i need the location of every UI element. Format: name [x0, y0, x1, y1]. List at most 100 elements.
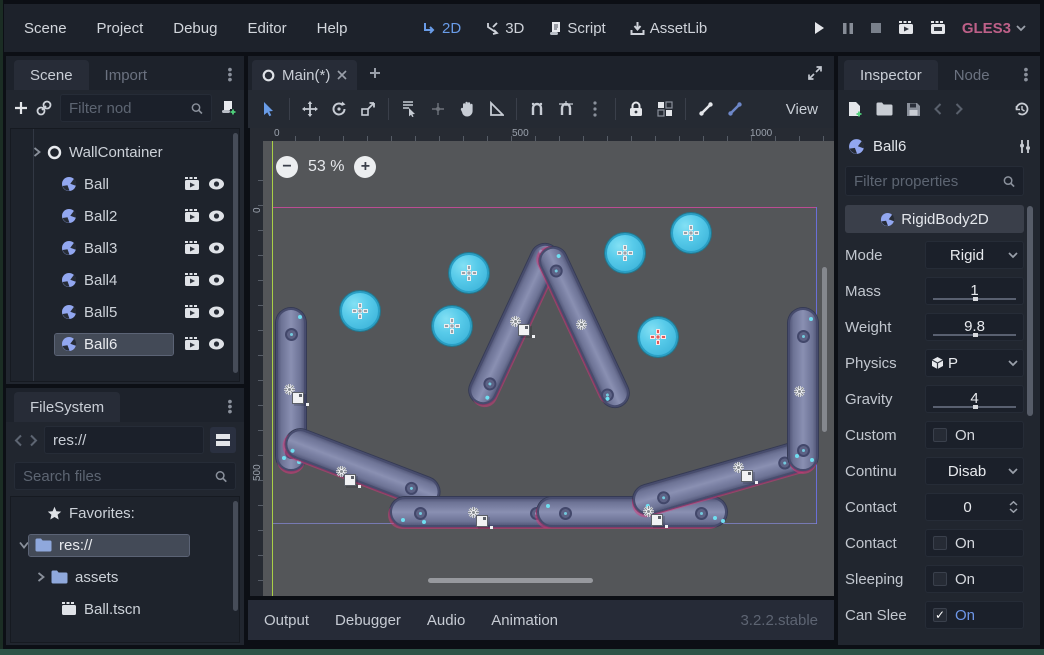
property-checkbox[interactable]: On: [925, 421, 1024, 449]
gizmo-handle-square[interactable]: [518, 324, 530, 336]
attach-script-button[interactable]: [220, 100, 236, 116]
fs-tree-scrollbar[interactable]: [233, 501, 238, 611]
inspector-scrollbar[interactable]: [1027, 206, 1033, 416]
new-scene-tab-button[interactable]: [357, 56, 393, 90]
skeleton-bone-icon[interactable]: [693, 96, 719, 122]
filter-nodes-input[interactable]: [60, 94, 212, 122]
menu-debug[interactable]: Debug: [173, 20, 217, 37]
position-gizmo-icon[interactable]: [461, 265, 477, 281]
history-back-icon[interactable]: [934, 103, 942, 115]
bottom-tab-audio[interactable]: Audio: [427, 612, 465, 629]
expand-arrow-icon[interactable]: [37, 572, 45, 582]
checkbox-icon[interactable]: [933, 536, 947, 550]
property-number-field[interactable]: 4: [925, 385, 1024, 413]
scene-tree-scrollbar[interactable]: [233, 133, 238, 373]
stop-button[interactable]: [870, 22, 882, 34]
tab-script[interactable]: Script: [548, 20, 605, 37]
expand-arrow-icon[interactable]: [33, 147, 41, 157]
class-section-header[interactable]: RigidBody2D: [845, 205, 1024, 233]
menu-help[interactable]: Help: [317, 20, 348, 37]
menu-scene[interactable]: Scene: [24, 20, 67, 37]
scene-instance-icon[interactable]: [184, 177, 200, 191]
move-gizmo[interactable]: [575, 318, 601, 342]
view-menu[interactable]: View: [786, 101, 826, 118]
rotate-tool[interactable]: [326, 96, 352, 122]
property-resource-picker[interactable]: P: [925, 349, 1024, 377]
tree-row-ball[interactable]: Ball: [11, 168, 239, 200]
property-spinbox[interactable]: 0: [925, 493, 1024, 521]
property-checkbox[interactable]: On: [925, 565, 1024, 593]
add-node-button[interactable]: [14, 101, 28, 115]
menu-project[interactable]: Project: [97, 20, 144, 37]
visibility-eye-icon[interactable]: [208, 337, 225, 351]
tree-row-ball2[interactable]: Ball2: [11, 200, 239, 232]
tab-scene[interactable]: Scene: [14, 60, 89, 90]
tree-row-ball4[interactable]: Ball4: [11, 264, 239, 296]
visibility-eye-icon[interactable]: [208, 273, 225, 287]
tree-row-wallcontainer[interactable]: WallContainer: [11, 136, 239, 168]
snap-options-dots-icon[interactable]: [582, 96, 608, 122]
split-mode-icon[interactable]: [210, 427, 236, 453]
position-gizmo-icon[interactable]: [444, 318, 460, 334]
canvas-2d[interactable]: − 53 % +: [263, 141, 834, 596]
collapse-arrow-icon[interactable]: [19, 541, 29, 549]
pan-tool[interactable]: [454, 96, 480, 122]
bottom-tab-animation[interactable]: Animation: [491, 612, 558, 629]
tab-3d[interactable]: 3D: [485, 20, 524, 37]
zoom-out-button[interactable]: −: [276, 156, 298, 178]
ruler-tool[interactable]: [483, 96, 509, 122]
zoom-percent[interactable]: 53 %: [308, 158, 344, 176]
move-gizmo[interactable]: [732, 461, 758, 485]
scene-instance-icon[interactable]: [184, 273, 200, 287]
fs-row-favorites[interactable]: Favorites:: [11, 497, 239, 529]
tab-inspector[interactable]: Inspector: [844, 60, 938, 90]
close-icon[interactable]: [337, 70, 347, 80]
move-tool[interactable]: [297, 96, 323, 122]
play-scene-button[interactable]: [898, 21, 914, 35]
tab-filesystem[interactable]: FileSystem: [14, 392, 120, 422]
gizmo-handle-square[interactable]: [741, 470, 753, 482]
fs-row-assets[interactable]: assets: [11, 561, 239, 593]
bottom-tab-output[interactable]: Output: [264, 612, 309, 629]
capsule-obstacle[interactable]: [537, 497, 727, 527]
number-slider[interactable]: [933, 298, 1016, 300]
dock-menu-icon[interactable]: •••: [224, 67, 236, 82]
move-gizmo[interactable]: [335, 465, 361, 489]
move-gizmo[interactable]: [642, 505, 668, 529]
move-gizmo[interactable]: [509, 315, 535, 339]
lock-object-icon[interactable]: [623, 96, 649, 122]
menu-editor[interactable]: Editor: [247, 20, 286, 37]
tab-main-scene[interactable]: Main(*): [252, 60, 357, 90]
gizmo-handle-square[interactable]: [476, 515, 488, 527]
tree-row-ball3[interactable]: Ball3: [11, 232, 239, 264]
list-select-tool[interactable]: [396, 96, 422, 122]
scale-tool[interactable]: [355, 96, 381, 122]
dock-menu-icon[interactable]: •••: [224, 399, 236, 414]
tab-node[interactable]: Node: [938, 60, 1006, 90]
property-number-field[interactable]: 1: [925, 277, 1024, 305]
zoom-in-button[interactable]: +: [354, 156, 376, 178]
bottom-tab-debugger[interactable]: Debugger: [335, 612, 401, 629]
play-custom-scene-button[interactable]: [930, 21, 946, 35]
gizmo-handle-square[interactable]: [292, 392, 304, 404]
group-object-icon[interactable]: [652, 96, 678, 122]
fs-row-ball-tscn[interactable]: Ball.tscn: [11, 593, 239, 625]
tree-row-main[interactable]: Main: [11, 128, 239, 136]
property-dropdown[interactable]: Rigid: [925, 241, 1024, 269]
scene-instance-icon[interactable]: [184, 305, 200, 319]
number-slider[interactable]: [933, 334, 1016, 336]
canvas-hscrollbar[interactable]: [428, 578, 593, 583]
instance-scene-button[interactable]: [36, 100, 52, 116]
move-gizmo[interactable]: [283, 383, 309, 407]
property-checkbox[interactable]: On: [925, 529, 1024, 557]
property-checkbox[interactable]: ✓On: [925, 601, 1024, 629]
position-gizmo-icon[interactable]: [683, 225, 699, 241]
gizmo-handle-square[interactable]: [651, 514, 663, 526]
pause-button[interactable]: [842, 22, 854, 35]
fs-row-res[interactable]: res://: [11, 529, 239, 561]
checkbox-icon[interactable]: ✓: [933, 608, 947, 622]
visibility-eye-icon[interactable]: [208, 305, 225, 319]
current-path-input[interactable]: [44, 426, 204, 454]
history-forward-icon[interactable]: [29, 434, 38, 447]
play-button[interactable]: [812, 21, 826, 35]
